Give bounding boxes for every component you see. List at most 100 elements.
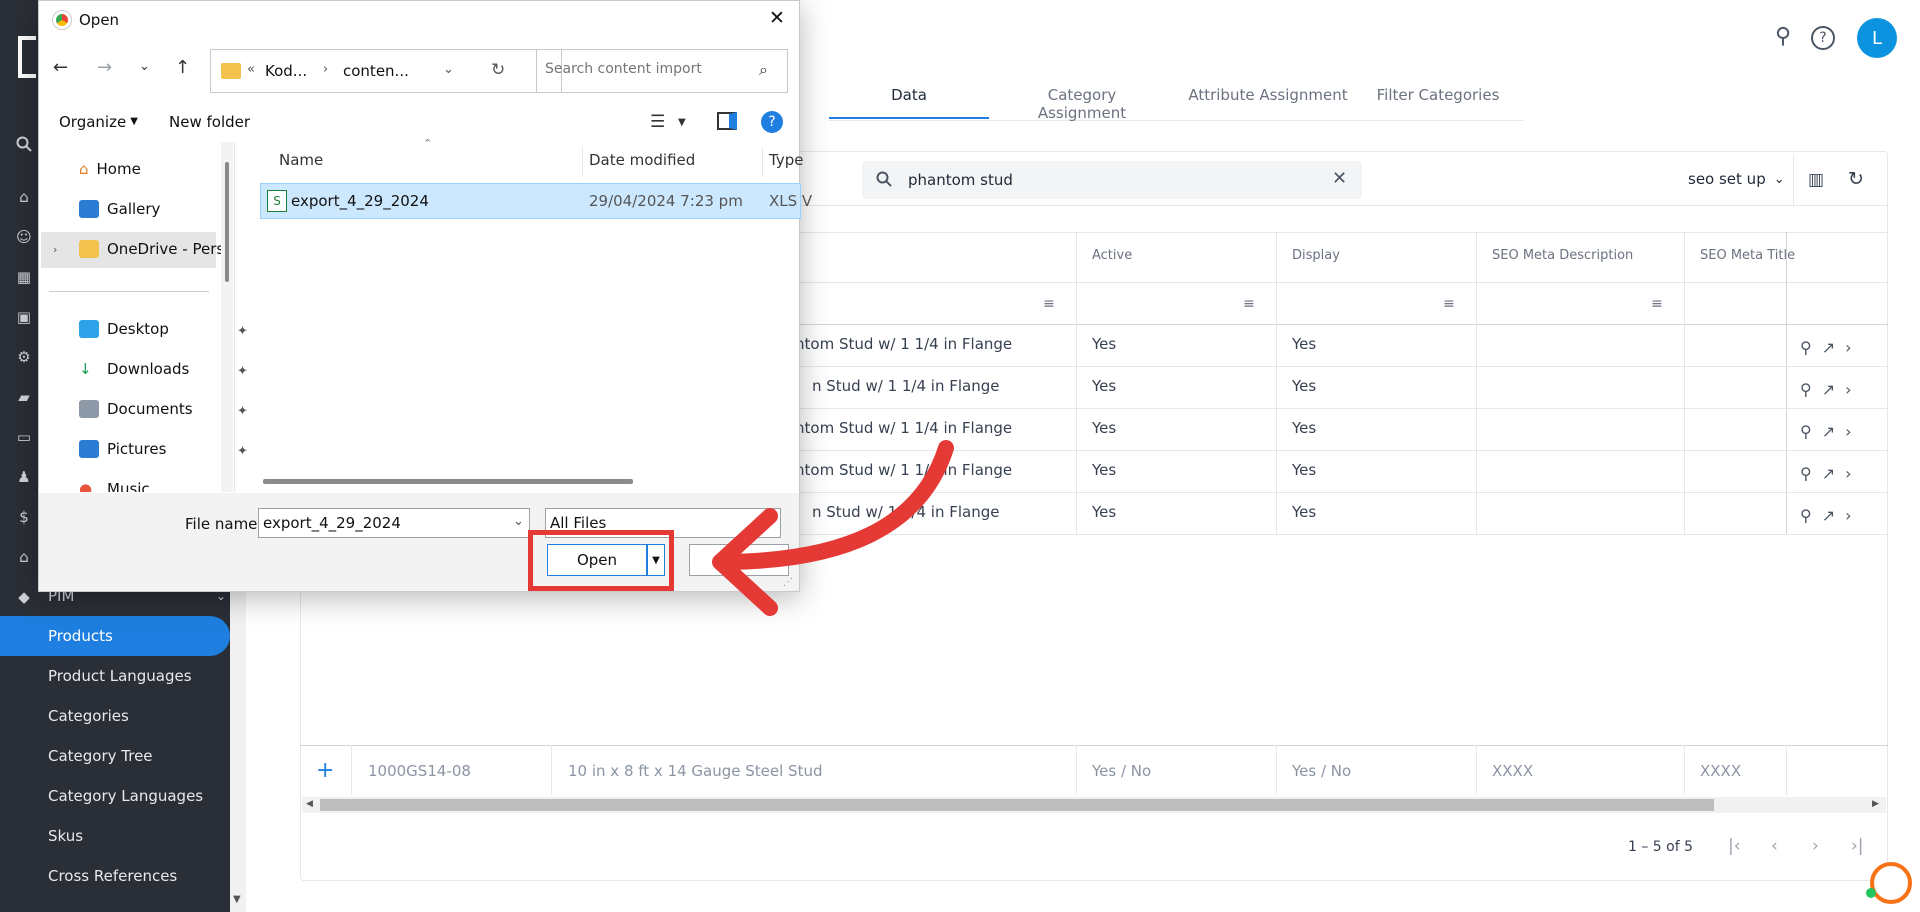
col-head-display[interactable]: Display — [1292, 248, 1340, 263]
close-icon[interactable]: ✕ — [769, 7, 785, 29]
tab-filter-categories[interactable]: Filter Categories — [1358, 86, 1518, 104]
group-icon[interactable]: ♟ — [13, 466, 35, 488]
nav-scroll-thumb[interactable] — [225, 162, 229, 282]
id-card-icon[interactable]: ▣ — [13, 306, 35, 328]
clear-icon[interactable]: ✕ — [1332, 168, 1347, 189]
scroll-down-icon[interactable]: ▼ — [233, 894, 241, 905]
filter-icon[interactable]: ≡ — [1043, 296, 1055, 312]
user-icon[interactable]: ☺ — [13, 226, 35, 248]
nav-downloads[interactable]: ↓ Downloads — [79, 360, 189, 378]
next-page-icon[interactable]: › — [1812, 836, 1819, 856]
help-icon[interactable]: ? — [1811, 26, 1835, 50]
refresh-icon[interactable]: ↻ — [1848, 168, 1864, 190]
col-head-seo-desc[interactable]: SEO Meta Description — [1492, 248, 1633, 263]
overflow-icon[interactable]: « — [247, 62, 255, 77]
new-row-active[interactable]: Yes / No — [1092, 762, 1151, 780]
sidebar-item-skus[interactable]: Skus — [0, 816, 230, 856]
col-header-date[interactable]: Date modified — [589, 151, 695, 169]
pin-icon[interactable]: ✦ — [237, 364, 248, 379]
nav-documents[interactable]: Documents — [79, 400, 193, 418]
prev-page-icon[interactable]: ‹ — [1771, 836, 1778, 856]
filter-icon[interactable]: ≡ — [1651, 296, 1663, 312]
breadcrumb-kod[interactable]: Kod... — [265, 62, 307, 80]
new-row-display[interactable]: Yes / No — [1292, 762, 1351, 780]
pin-icon[interactable]: ✦ — [237, 404, 248, 419]
new-row-sku[interactable]: 1000GS14-08 — [368, 762, 471, 780]
bank-icon[interactable]: ⌂ — [13, 546, 35, 568]
sidebar-item-products[interactable]: Products — [0, 616, 230, 656]
open-external-icon[interactable]: ↗ — [1822, 338, 1835, 357]
preview-pane-icon[interactable] — [717, 112, 737, 130]
search-icon[interactable] — [13, 133, 35, 155]
filter-icon[interactable]: ≡ — [1443, 296, 1455, 312]
file-row[interactable]: S export_4_29_2024 29/04/2024 7:23 pm XL… — [260, 183, 812, 219]
chevron-right-icon[interactable]: › — [1845, 380, 1851, 399]
attachment-icon[interactable]: ⚲ — [1800, 464, 1812, 483]
caret-down-icon[interactable]: ▼ — [678, 117, 686, 128]
organize-button[interactable]: Organize ▼ — [59, 113, 138, 131]
refresh-icon[interactable]: ↻ — [491, 60, 505, 80]
forward-icon[interactable]: → — [97, 57, 112, 78]
up-icon[interactable]: ↑ — [175, 57, 190, 78]
col-header-name[interactable]: Name — [279, 151, 323, 169]
tag-icon[interactable]: ◆ — [13, 586, 35, 608]
nav-desktop[interactable]: Desktop — [79, 320, 169, 338]
vehicle-icon[interactable]: ▭ — [13, 426, 35, 448]
truck-icon[interactable]: ▰ — [13, 386, 35, 408]
add-row-icon[interactable]: + — [316, 758, 334, 783]
dialog-search-field[interactable] — [545, 61, 745, 77]
scrollbar-thumb[interactable] — [320, 799, 1714, 811]
dollar-icon[interactable]: $ — [13, 506, 35, 528]
attachment-icon[interactable]: ⚲ — [1800, 380, 1812, 399]
pin-icon[interactable]: ✦ — [237, 324, 248, 339]
chat-launcher-icon[interactable] — [1870, 862, 1912, 904]
filter-icon[interactable]: ≡ — [1243, 296, 1255, 312]
file-name-input[interactable]: export_4_29_2024 ⌄ — [258, 508, 530, 538]
tab-data[interactable]: Data — [829, 86, 989, 104]
col-header-type[interactable]: Type — [769, 151, 803, 169]
attachment-icon[interactable]: ⚲ — [1800, 422, 1812, 441]
new-row-seo-desc[interactable]: XXXX — [1492, 762, 1533, 780]
col-head-active[interactable]: Active — [1092, 248, 1132, 263]
columns-icon[interactable]: ▥ — [1808, 170, 1824, 190]
chevron-right-icon[interactable]: › — [1845, 422, 1851, 441]
search-content-input[interactable]: ⌕ — [536, 49, 788, 93]
expand-icon[interactable]: › — [53, 243, 71, 256]
sidebar-item-category-languages[interactable]: Category Languages — [0, 776, 230, 816]
settings-icon[interactable]: ⚙ — [13, 346, 35, 368]
home-icon[interactable]: ⌂ — [13, 186, 35, 208]
nav-music[interactable]: ● Music — [79, 480, 150, 492]
sidebar-item-categories[interactable]: Categories — [0, 696, 230, 736]
recent-locations-icon[interactable]: ⌄ — [139, 59, 150, 74]
report-icon[interactable]: ▦ — [13, 266, 35, 288]
horizontal-scrollbar[interactable]: ◀ ▶ — [302, 797, 1886, 813]
chevron-right-icon[interactable]: › — [1845, 338, 1851, 357]
tab-attribute-assignment[interactable]: Attribute Assignment — [1188, 86, 1348, 104]
open-external-icon[interactable]: ↗ — [1822, 464, 1835, 483]
open-external-icon[interactable]: ↗ — [1822, 422, 1835, 441]
sidebar-item-cross-references[interactable]: Cross References — [0, 856, 230, 896]
pin-icon[interactable]: ✦ — [237, 444, 248, 459]
chevron-down-icon[interactable]: ⌄ — [443, 62, 454, 77]
scroll-left-icon[interactable]: ◀ — [306, 799, 313, 809]
attachment-icon[interactable]: ⚲ — [1800, 506, 1812, 525]
open-external-icon[interactable]: ↗ — [1822, 380, 1835, 399]
view-select[interactable]: seo set up ⌄ — [1688, 170, 1785, 188]
nav-pane-scrollbar[interactable] — [221, 142, 233, 492]
back-icon[interactable]: ← — [53, 57, 68, 78]
tab-category-assignment[interactable]: Category Assignment — [1002, 86, 1162, 122]
file-list-hscroll-thumb[interactable] — [263, 479, 633, 484]
avatar[interactable]: L — [1857, 18, 1897, 58]
breadcrumb-content[interactable]: conten... — [343, 62, 409, 80]
chevron-right-icon[interactable]: › — [1845, 464, 1851, 483]
scroll-right-icon[interactable]: ▶ — [1872, 799, 1879, 809]
view-menu-icon[interactable]: ☰ — [650, 112, 665, 132]
help-icon[interactable]: ? — [761, 111, 783, 133]
new-folder-button[interactable]: New folder — [169, 113, 250, 131]
last-page-icon[interactable]: ›| — [1851, 836, 1864, 856]
first-page-icon[interactable]: |‹ — [1728, 836, 1741, 856]
address-bar[interactable]: « Kod... › conten... ⌄ ↻ — [210, 49, 562, 93]
nav-home[interactable]: ⌂ Home — [79, 160, 141, 178]
attachment-icon[interactable]: ⚲ — [1775, 24, 1791, 49]
nav-gallery[interactable]: Gallery — [79, 200, 160, 218]
